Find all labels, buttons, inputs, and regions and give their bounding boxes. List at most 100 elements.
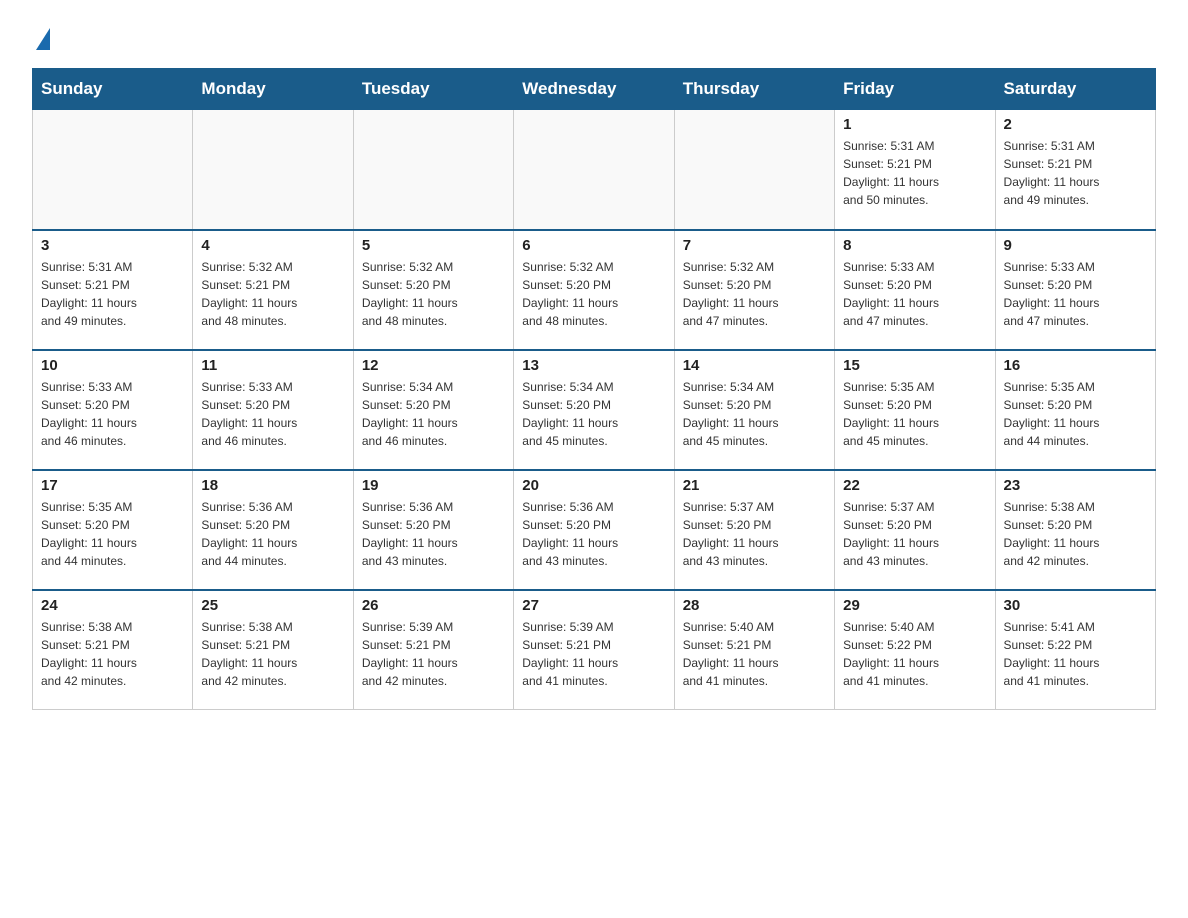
calendar-cell [674,110,834,230]
day-header-wednesday: Wednesday [514,69,674,110]
day-info: Sunrise: 5:40 AMSunset: 5:21 PMDaylight:… [683,618,826,690]
day-info: Sunrise: 5:38 AMSunset: 5:20 PMDaylight:… [1004,498,1147,570]
calendar-cell: 16 Sunrise: 5:35 AMSunset: 5:20 PMDayligh… [995,350,1155,470]
day-number: 28 [683,597,826,614]
calendar-cell: 4 Sunrise: 5:32 AMSunset: 5:21 PMDaylight… [193,230,353,350]
week-row-1: 1 Sunrise: 5:31 AMSunset: 5:21 PMDaylight… [33,110,1156,230]
day-info: Sunrise: 5:35 AMSunset: 5:20 PMDaylight:… [1004,378,1147,450]
calendar-cell: 20 Sunrise: 5:36 AMSunset: 5:20 PMDayligh… [514,470,674,590]
calendar-cell: 14Sunrise: 5:34 AMSunset: 5:20 PMDayligh… [674,350,834,470]
calendar-cell [514,110,674,230]
day-info: Sunrise: 5:33 AMSunset: 5:20 PMDaylight:… [843,258,986,330]
week-row-2: 3 Sunrise: 5:31 AMSunset: 5:21 PMDaylight… [33,230,1156,350]
day-number: 21 [683,477,826,494]
day-info: Sunrise: 5:38 AMSunset: 5:21 PMDaylight:… [41,618,184,690]
day-number: 22 [843,477,986,494]
day-info: Sunrise: 5:39 AMSunset: 5:21 PMDaylight:… [522,618,665,690]
calendar-cell: 10 Sunrise: 5:33 AMSunset: 5:20 PMDayligh… [33,350,193,470]
day-info: Sunrise: 5:36 AMSunset: 5:20 PMDaylight:… [201,498,344,570]
day-number: 2 [1004,116,1147,133]
calendar-cell: 1 Sunrise: 5:31 AMSunset: 5:21 PMDaylight… [835,110,995,230]
day-number: 16 [1004,357,1147,374]
calendar-cell: 19Sunrise: 5:36 AMSunset: 5:20 PMDayligh… [353,470,513,590]
day-info: Sunrise: 5:40 AMSunset: 5:22 PMDaylight:… [843,618,986,690]
day-info: Sunrise: 5:32 AMSunset: 5:20 PMDaylight:… [362,258,505,330]
day-info: Sunrise: 5:35 AMSunset: 5:20 PMDaylight:… [843,378,986,450]
day-info: Sunrise: 5:31 AMSunset: 5:21 PMDaylight:… [1004,137,1147,209]
day-header-sunday: Sunday [33,69,193,110]
week-row-4: 17 Sunrise: 5:35 AMSunset: 5:20 PMDayligh… [33,470,1156,590]
day-info: Sunrise: 5:32 AMSunset: 5:20 PMDaylight:… [522,258,665,330]
calendar-cell: 17 Sunrise: 5:35 AMSunset: 5:20 PMDayligh… [33,470,193,590]
day-info: Sunrise: 5:31 AMSunset: 5:21 PMDaylight:… [843,137,986,209]
day-info: Sunrise: 5:32 AMSunset: 5:20 PMDaylight:… [683,258,826,330]
day-info: Sunrise: 5:39 AMSunset: 5:21 PMDaylight:… [362,618,505,690]
calendar-cell: 6 Sunrise: 5:32 AMSunset: 5:20 PMDaylight… [514,230,674,350]
day-number: 4 [201,237,344,254]
day-number: 14 [683,357,826,374]
calendar-cell: 23 Sunrise: 5:38 AMSunset: 5:20 PMDayligh… [995,470,1155,590]
day-info: Sunrise: 5:36 AMSunset: 5:20 PMDaylight:… [522,498,665,570]
calendar-cell: 18 Sunrise: 5:36 AMSunset: 5:20 PMDayligh… [193,470,353,590]
calendar-cell: 9 Sunrise: 5:33 AMSunset: 5:20 PMDaylight… [995,230,1155,350]
day-number: 30 [1004,597,1147,614]
day-number: 13 [522,357,665,374]
calendar-cell [193,110,353,230]
calendar-cell: 15 Sunrise: 5:35 AMSunset: 5:20 PMDayligh… [835,350,995,470]
calendar-cell: 28 Sunrise: 5:40 AMSunset: 5:21 PMDayligh… [674,590,834,710]
calendar-cell: 12 Sunrise: 5:34 AMSunset: 5:20 PMDayligh… [353,350,513,470]
day-number: 8 [843,237,986,254]
calendar-table: SundayMondayTuesdayWednesdayThursdayFrid… [32,68,1156,710]
day-info: Sunrise: 5:31 AMSunset: 5:21 PMDaylight:… [41,258,184,330]
week-row-5: 24 Sunrise: 5:38 AMSunset: 5:21 PMDayligh… [33,590,1156,710]
calendar-cell: 24 Sunrise: 5:38 AMSunset: 5:21 PMDayligh… [33,590,193,710]
calendar-cell: 8 Sunrise: 5:33 AMSunset: 5:20 PMDaylight… [835,230,995,350]
day-info: Sunrise: 5:34 AMSunset: 5:20 PMDaylight:… [522,378,665,450]
day-number: 23 [1004,477,1147,494]
calendar-cell: 27 Sunrise: 5:39 AMSunset: 5:21 PMDayligh… [514,590,674,710]
day-info: Sunrise: 5:34 AMSunset: 5:20 PMDaylight:… [362,378,505,450]
day-number: 17 [41,477,184,494]
day-number: 6 [522,237,665,254]
day-info: Sunrise: 5:37 AMSunset: 5:20 PMDaylight:… [683,498,826,570]
day-header-thursday: Thursday [674,69,834,110]
day-info: Sunrise: 5:33 AMSunset: 5:20 PMDaylight:… [41,378,184,450]
week-row-3: 10 Sunrise: 5:33 AMSunset: 5:20 PMDayligh… [33,350,1156,470]
day-number: 18 [201,477,344,494]
day-info: Sunrise: 5:37 AMSunset: 5:20 PMDaylight:… [843,498,986,570]
day-number: 10 [41,357,184,374]
day-number: 5 [362,237,505,254]
calendar-cell: 21 Sunrise: 5:37 AMSunset: 5:20 PMDayligh… [674,470,834,590]
day-number: 7 [683,237,826,254]
calendar-cell: 3 Sunrise: 5:31 AMSunset: 5:21 PMDaylight… [33,230,193,350]
day-number: 15 [843,357,986,374]
day-number: 27 [522,597,665,614]
day-number: 1 [843,116,986,133]
calendar-cell: 25Sunrise: 5:38 AMSunset: 5:21 PMDayligh… [193,590,353,710]
calendar-cell [33,110,193,230]
calendar-header-row: SundayMondayTuesdayWednesdayThursdayFrid… [33,69,1156,110]
day-info: Sunrise: 5:35 AMSunset: 5:20 PMDaylight:… [41,498,184,570]
calendar-cell: 11Sunrise: 5:33 AMSunset: 5:20 PMDayligh… [193,350,353,470]
day-info: Sunrise: 5:33 AMSunset: 5:20 PMDaylight:… [1004,258,1147,330]
day-number: 12 [362,357,505,374]
day-number: 25 [201,597,344,614]
day-number: 24 [41,597,184,614]
day-number: 3 [41,237,184,254]
day-number: 19 [362,477,505,494]
day-number: 9 [1004,237,1147,254]
day-info: Sunrise: 5:32 AMSunset: 5:21 PMDaylight:… [201,258,344,330]
logo-triangle-icon [36,28,50,50]
day-number: 26 [362,597,505,614]
logo [32,28,50,52]
calendar-cell [353,110,513,230]
calendar-cell: 26 Sunrise: 5:39 AMSunset: 5:21 PMDayligh… [353,590,513,710]
day-header-friday: Friday [835,69,995,110]
calendar-cell: 7 Sunrise: 5:32 AMSunset: 5:20 PMDaylight… [674,230,834,350]
day-number: 29 [843,597,986,614]
day-number: 20 [522,477,665,494]
page-header [32,24,1156,52]
calendar-cell: 22 Sunrise: 5:37 AMSunset: 5:20 PMDayligh… [835,470,995,590]
calendar-cell: 5 Sunrise: 5:32 AMSunset: 5:20 PMDaylight… [353,230,513,350]
calendar-cell: 30Sunrise: 5:41 AMSunset: 5:22 PMDayligh… [995,590,1155,710]
